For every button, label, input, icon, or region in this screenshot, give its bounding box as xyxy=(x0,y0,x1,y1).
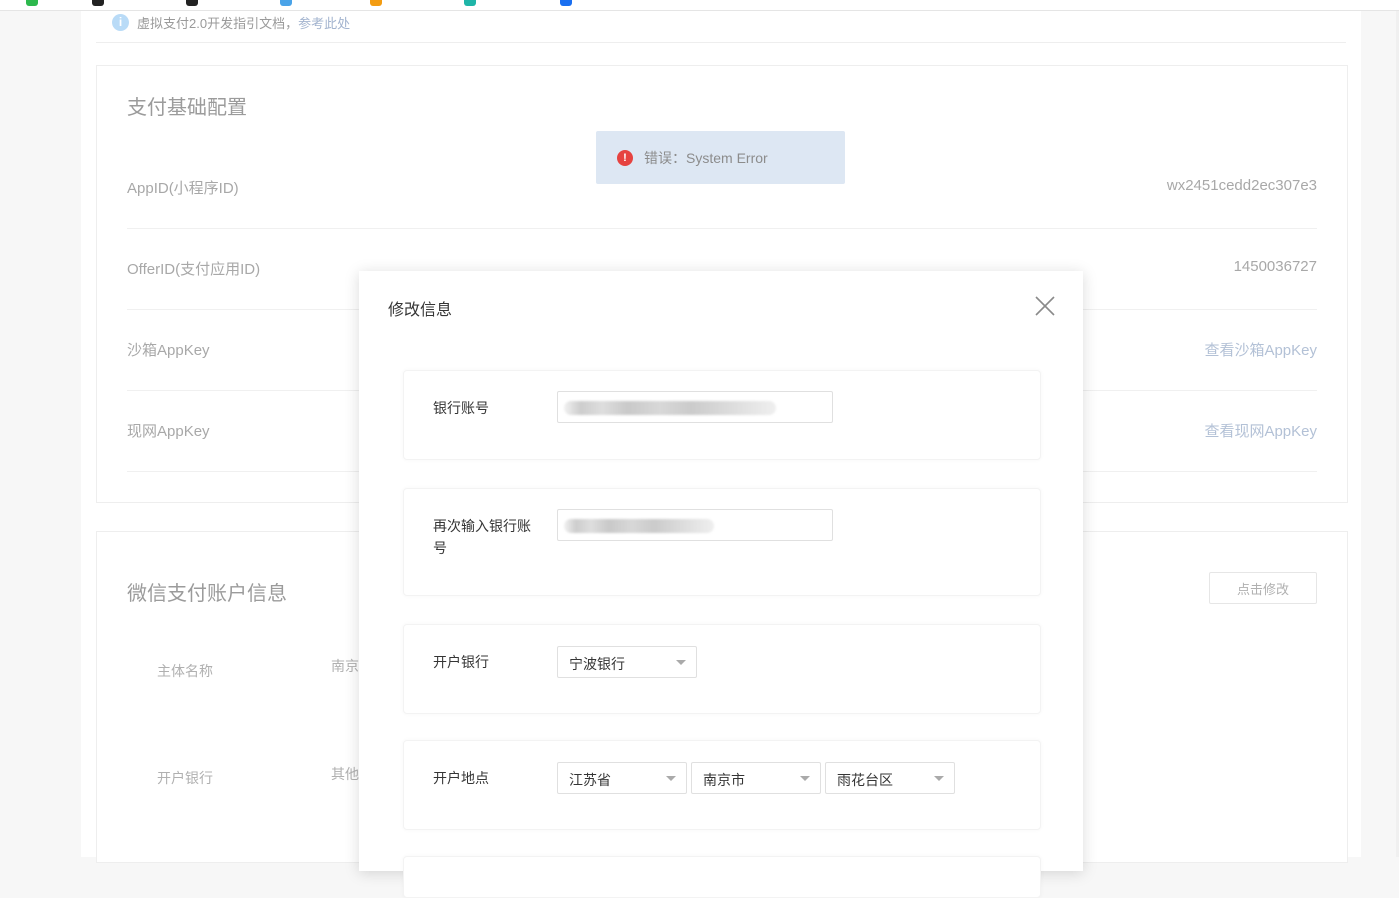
bookmark-icon[interactable] xyxy=(280,0,292,6)
live-appkey-label: 现网AppKey xyxy=(127,423,210,440)
bookmarks-bar xyxy=(0,0,1399,11)
chevron-down-icon xyxy=(676,660,686,665)
bank-account-label: 银行账号 xyxy=(433,400,489,416)
bank-select[interactable]: 宁波银行 xyxy=(557,646,697,678)
close-icon[interactable] xyxy=(1034,295,1056,317)
divider xyxy=(96,42,1346,43)
appid-value: wx2451cedd2ec307e3 xyxy=(1166,177,1317,194)
modal-title: 修改信息 xyxy=(388,302,453,319)
province-select[interactable]: 江苏省 xyxy=(557,762,687,794)
city-value: 南京市 xyxy=(703,772,745,788)
masked-value xyxy=(564,401,776,415)
bookmark-icon[interactable] xyxy=(464,0,476,6)
appid-label: AppID(小程序ID) xyxy=(127,180,239,197)
bookmark-icon[interactable] xyxy=(560,0,572,6)
bank-select-value: 宁波银行 xyxy=(569,656,625,672)
edit-info-modal: 修改信息 银行账号 再次输入银行账号 开户银行 宁波银行 开户地点 江苏省 南京 xyxy=(359,271,1083,898)
bookmark-icon[interactable] xyxy=(92,0,104,6)
entity-name-value: 南京 xyxy=(331,658,359,674)
info-icon: i xyxy=(112,13,129,31)
entity-name-label: 主体名称 xyxy=(157,663,213,679)
bank-account-field: 银行账号 xyxy=(403,370,1041,460)
bank-account-confirm-input[interactable] xyxy=(557,509,833,541)
guide-link[interactable]: 参考此处 xyxy=(298,13,350,32)
view-sandbox-appkey-link[interactable]: 查看沙箱AppKey xyxy=(1204,339,1317,360)
dev-guide-notice: i 虚拟支付2.0开发指引文档， 参考此处 xyxy=(112,11,350,33)
chevron-down-icon xyxy=(800,776,810,781)
bank-account-input[interactable] xyxy=(557,391,833,423)
error-toast: ! 错误：System Error xyxy=(596,131,845,184)
location-label: 开户地点 xyxy=(433,770,489,786)
wechat-account-title: 微信支付账户信息 xyxy=(127,583,287,605)
bookmark-icon[interactable] xyxy=(26,0,38,6)
basic-config-title: 支付基础配置 xyxy=(127,97,247,119)
chevron-down-icon xyxy=(934,776,944,781)
chevron-down-icon xyxy=(666,776,676,781)
city-select[interactable]: 南京市 xyxy=(691,762,821,794)
district-select[interactable]: 雨花台区 xyxy=(825,762,955,794)
notice-text: 虚拟支付2.0开发指引文档， xyxy=(137,15,299,31)
province-value: 江苏省 xyxy=(569,772,611,788)
location-field: 开户地点 江苏省 南京市 雨花台区 xyxy=(403,740,1041,830)
bookmark-icon[interactable] xyxy=(186,0,198,6)
offerid-label: OfferID(支付应用ID) xyxy=(127,261,261,278)
bank-field: 开户银行 宁波银行 xyxy=(403,624,1041,714)
bookmark-icon[interactable] xyxy=(370,0,382,6)
bank-value: 其他 xyxy=(331,766,359,782)
bank-account-confirm-label: 再次输入银行账号 xyxy=(433,518,531,556)
error-text: 错误：System Error xyxy=(644,149,768,166)
offerid-value: 1450036727 xyxy=(1233,258,1317,275)
district-value: 雨花台区 xyxy=(837,772,893,788)
bank-select-label: 开户银行 xyxy=(433,654,489,670)
edit-button[interactable]: 点击修改 xyxy=(1209,572,1317,604)
bank-label: 开户银行 xyxy=(157,770,213,786)
view-live-appkey-link[interactable]: 查看现网AppKey xyxy=(1204,420,1317,441)
masked-value xyxy=(564,519,714,533)
error-icon: ! xyxy=(617,149,633,166)
sandbox-appkey-label: 沙箱AppKey xyxy=(127,342,210,359)
bank-account-confirm-field: 再次输入银行账号 xyxy=(403,488,1041,596)
next-field xyxy=(403,856,1041,898)
